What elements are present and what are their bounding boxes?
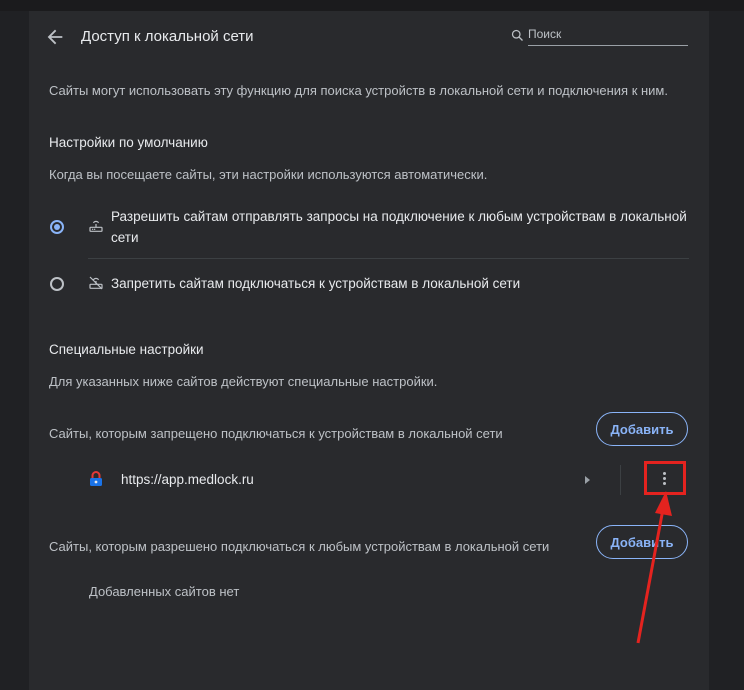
padlock-icon [90,471,102,486]
defaults-description: Когда вы посещаете сайты, эти настройки … [49,167,488,182]
option-block-label[interactable]: Запретить сайтам подключаться к устройст… [111,273,520,294]
option-allow-label-line2: сети [111,230,139,245]
custom-description: Для указанных ниже сайтов действуют спец… [49,374,438,389]
back-arrow-icon[interactable] [44,26,66,48]
custom-heading: Специальные настройки [49,342,204,357]
add-blocked-site-button[interactable]: Добавить [596,412,688,446]
search-icon [511,29,523,41]
blocked-site-url[interactable]: https://app.medlock.ru [121,472,254,487]
settings-panel: Доступ к локальной сети Сайты могут испо… [29,11,709,690]
blocked-sites-label: Сайты, которым запрещено подключаться к … [49,426,503,441]
intro-text: Сайты могут использовать эту функцию для… [49,83,668,98]
window-top-strip [0,0,744,11]
empty-list-text: Добавленных сайтов нет [89,584,240,599]
radio-allow-requests[interactable] [50,220,64,234]
option-allow-label[interactable]: Разрешить сайтам отправлять запросы на п… [111,206,691,248]
defaults-heading: Настройки по умолчанию [49,135,208,150]
lan-router-icon [89,220,103,232]
radio-block-requests[interactable] [50,277,64,291]
row-separator [620,465,621,495]
page-title: Доступ к локальной сети [81,28,254,45]
more-vert-icon [663,472,667,486]
search-input[interactable] [528,25,688,46]
lan-router-off-icon [89,276,103,290]
allowed-sites-label: Сайты, которым разрешено подключаться к … [49,539,550,554]
more-actions-button[interactable] [644,461,686,495]
option-allow-label-line1: Разрешить сайтам отправлять запросы на п… [111,209,687,224]
add-allowed-site-button[interactable]: Добавить [596,525,688,559]
options-divider [88,258,689,259]
expand-arrow-icon[interactable] [585,476,590,484]
